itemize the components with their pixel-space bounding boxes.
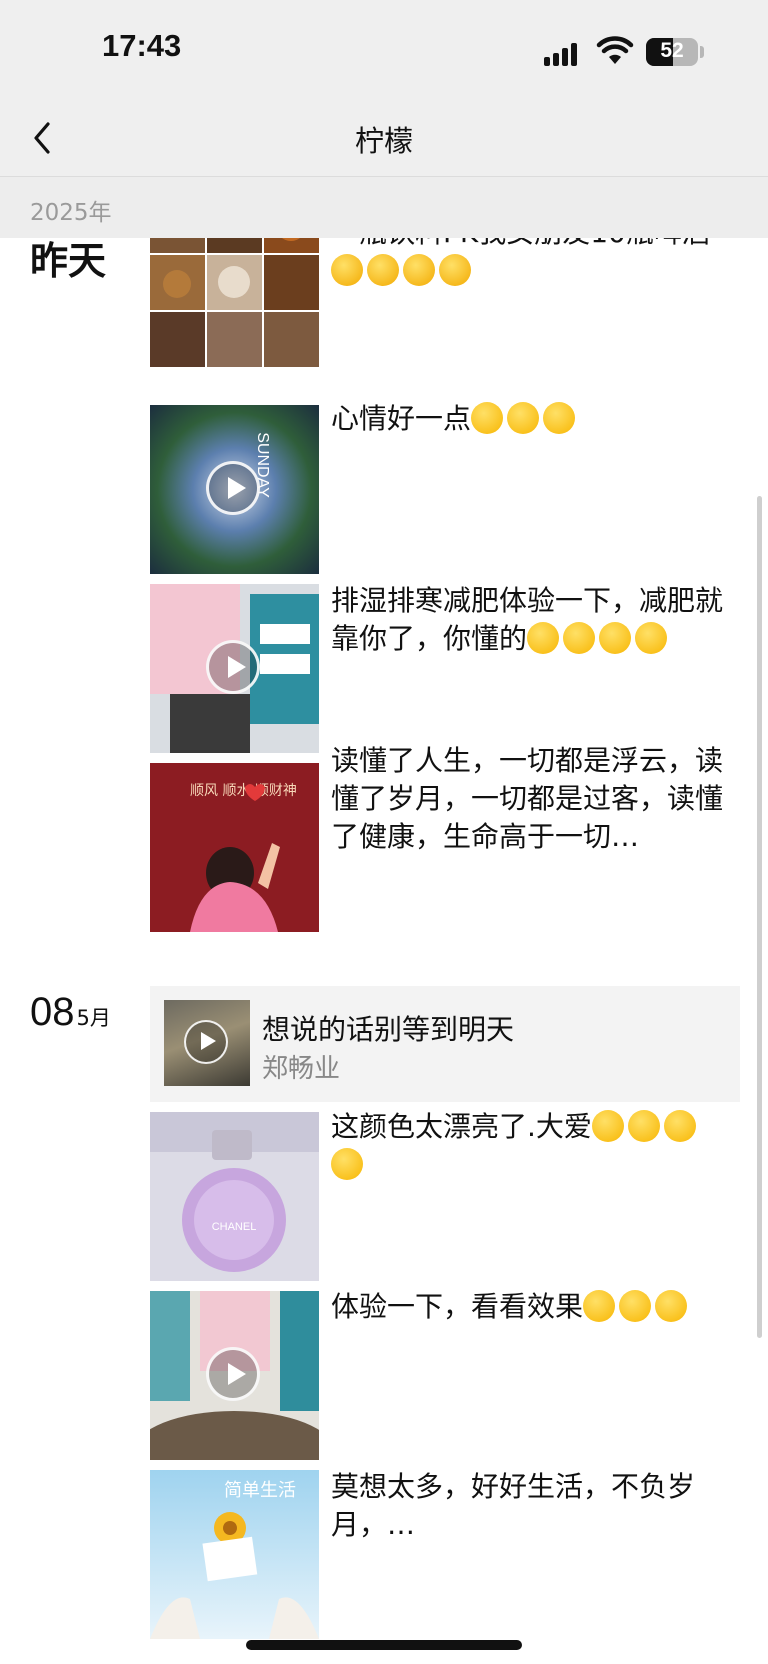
post-thumbnail-collage[interactable] [150,238,319,367]
battery-cap [700,46,704,58]
post-caption: 这颜色太漂亮了.大爱 [331,1110,592,1143]
post-caption: 心情好一点 [331,402,472,435]
grin-emoji-icon [543,402,576,434]
grin-emoji-icon [619,1290,652,1322]
year-header: 2025年 [0,177,768,238]
home-indicator[interactable] [246,1640,522,1650]
scrollbar[interactable] [757,496,762,1338]
day-label: 昨天 [30,239,107,283]
nav-bar: 柠檬 [0,100,768,177]
status-time: 17:43 [102,28,182,63]
status-bar: 17:43 52 [0,0,768,100]
battery-percent: 52 [660,39,684,62]
music-title: 想说的话别等到明天 [262,1013,515,1046]
post-text[interactable]: 心情好一点 [331,400,731,438]
post-caption: 读懂了人生，一切都是浮云，读懂了岁月，一切都是过客，读懂了健康，生命高于一切… [331,744,724,853]
thumb-caption-text: 简单生活 [224,1480,296,1501]
laugh-cry-emoji-icon [439,254,471,286]
play-icon [206,1347,260,1401]
grin-emoji-icon [655,1290,688,1322]
laugh-cry-emoji-icon [403,254,435,286]
date-day: 08 [30,990,75,1034]
post-thumbnail-video[interactable] [150,584,319,753]
cellular-signal-icon [544,42,582,66]
grin-emoji-icon [507,402,540,434]
smirk-emoji-icon [527,622,560,654]
wifi-icon [596,36,634,64]
thumb-caption-text: CHANEL [212,1221,257,1233]
post-text[interactable]: 一瓶饮料PK我女朋友10瓶啤酒 [331,238,731,290]
post-thumbnail-image[interactable]: CHANEL [150,1112,319,1281]
post-text[interactable]: 这颜色太漂亮了.大爱 [331,1108,731,1184]
post-text[interactable]: 读懂了人生，一切都是浮云，读懂了岁月，一切都是过客，读懂了健康，生命高于一切… [331,742,731,856]
post-thumbnail-video[interactable] [150,1291,319,1460]
smirk-emoji-icon [635,622,668,654]
year-label: 2025年 [30,200,112,226]
page-title: 柠檬 [354,124,413,158]
play-icon [206,640,260,694]
moments-feed[interactable]: 昨天 一瓶饮料PK我女朋友10瓶啤酒 [0,238,768,1664]
post-caption: 莫想太多，好好生活，不负岁月，… [331,1470,696,1541]
battery-icon: 52 [646,38,698,66]
post-caption: 体验一下，看看效果 [331,1290,584,1323]
laugh-cry-emoji-icon [367,254,399,286]
heart-eyes-emoji-icon [591,1110,624,1142]
thumb-caption-text: 顺风 顺水 顺财神 [190,783,297,799]
perfume-image: CHANEL [150,1112,319,1281]
post-caption: 一瓶饮料PK我女朋友10瓶啤酒 [331,238,710,249]
post-text[interactable]: 排湿排寒减肥体验一下，减肥就靠你了，你懂的 [331,582,731,658]
play-icon [184,1020,228,1064]
grin-emoji-icon [583,1290,616,1322]
food-collage-image [150,238,319,367]
post-thumbnail-image[interactable]: 简单生活 [150,1470,319,1639]
music-artist: 郑畅业 [262,1054,341,1084]
post-thumbnail-image[interactable]: 顺风 顺水 顺财神 [150,763,319,932]
girl-illustration-image: 顺风 顺水 顺财神 [150,763,319,932]
music-cover-image [164,1000,250,1086]
play-icon [206,461,260,515]
smirk-emoji-icon [599,622,632,654]
flower-image: 简单生活 [150,1470,319,1639]
smirk-emoji-icon [563,622,596,654]
heart-eyes-emoji-icon [627,1110,660,1142]
grin-emoji-icon [471,402,504,434]
laugh-cry-emoji-icon [331,254,363,286]
music-share-card[interactable]: 想说的话别等到明天 郑畅业 [150,986,740,1102]
heart-eyes-emoji-icon [331,1148,363,1180]
post-text[interactable]: 莫想太多，好好生活，不负岁月，… [331,1468,731,1544]
date-month: 5月 [76,1006,111,1030]
post-thumbnail-video[interactable]: SUNDAY [150,405,319,574]
heart-eyes-emoji-icon [663,1110,696,1142]
date-label: 085月 [30,990,111,1035]
post-text[interactable]: 体验一下，看看效果 [331,1288,731,1326]
